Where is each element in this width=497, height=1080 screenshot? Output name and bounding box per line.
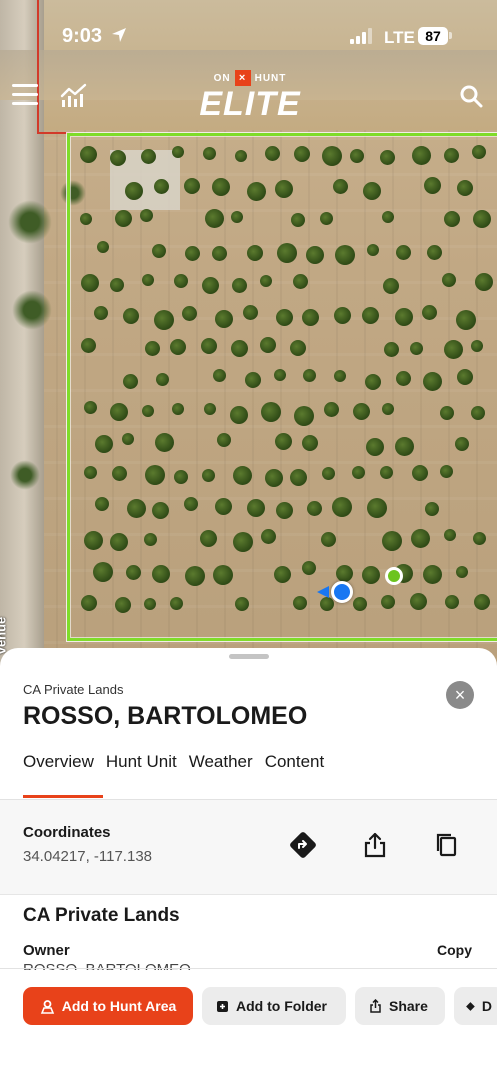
user-location-marker[interactable]	[331, 581, 353, 603]
menu-button[interactable]	[12, 84, 38, 106]
hamburger-icon	[12, 84, 38, 87]
hamburger-icon	[12, 93, 38, 96]
tab-overview[interactable]: Overview	[23, 752, 94, 796]
app-logo: ON × HUNT ELITE	[190, 70, 310, 126]
palm-tree	[10, 460, 40, 490]
folder-add-icon	[217, 1000, 228, 1012]
map-view[interactable]: venue 9:03 LTE 87 ON × HUNT ELITE	[0, 0, 497, 680]
logo-on: ON	[213, 72, 231, 84]
divider	[0, 968, 497, 969]
owner-label: Owner	[23, 942, 70, 959]
land-type-label: CA Private Lands	[23, 682, 124, 697]
drag-handle[interactable]	[229, 654, 269, 659]
tab-weather[interactable]: Weather	[189, 752, 253, 796]
status-bar: 9:03 LTE 87	[0, 0, 497, 60]
directions-button[interactable]: D	[454, 987, 497, 1025]
street-label: venue	[0, 616, 9, 655]
location-arrow-icon	[112, 28, 126, 42]
share-icon[interactable]	[360, 830, 390, 860]
coordinates-label: Coordinates	[23, 824, 111, 841]
share-icon	[370, 999, 381, 1013]
section-heading: CA Private Lands	[23, 905, 180, 926]
directions-icon	[466, 1001, 475, 1011]
battery-indicator: 87	[418, 27, 448, 45]
network-type: LTE	[384, 28, 415, 47]
add-to-folder-label: Add to Folder	[236, 998, 327, 1014]
copy-owner-button[interactable]: Copy	[437, 942, 472, 958]
palm-tree	[8, 200, 52, 244]
add-to-folder-button[interactable]: Add to Folder	[202, 987, 346, 1025]
close-icon: ×	[454, 685, 466, 705]
add-to-hunt-area-button[interactable]: Add to Hunt Area	[23, 987, 193, 1025]
palm-tree	[12, 290, 52, 330]
property-sheet[interactable]: CA Private Lands ROSSO, BARTOLOMEO × Ove…	[0, 648, 497, 1080]
coordinates-section: Coordinates 34.04217, -117.138	[0, 800, 497, 894]
logo-x: ×	[234, 70, 251, 86]
property-title: ROSSO, BARTOLOMEO	[23, 702, 308, 730]
copy-icon[interactable]	[432, 830, 462, 860]
tab-hunt-unit[interactable]: Hunt Unit	[106, 752, 177, 796]
signal-bars-icon	[350, 28, 372, 44]
hunt-area-icon	[40, 999, 54, 1014]
tab-bar: Overview Hunt Unit Weather Content	[23, 752, 336, 796]
heading-arrow-icon	[317, 586, 329, 598]
chart-icon[interactable]	[60, 82, 88, 108]
action-bar: Add to Hunt Area Add to Folder Share D	[23, 987, 497, 1025]
logo-top: ON × HUNT	[190, 70, 310, 86]
coordinates-value: 34.04217, -117.138	[23, 848, 153, 865]
directions-label: D	[481, 998, 492, 1014]
logo-hunt: HUNT	[254, 72, 287, 84]
tab-content[interactable]: Content	[265, 752, 325, 796]
share-label: Share	[389, 998, 428, 1014]
parcel-boundary[interactable]	[67, 133, 497, 641]
active-tab-indicator	[23, 795, 103, 798]
waypoint-marker[interactable]	[385, 567, 403, 585]
status-time: 9:03	[62, 25, 103, 47]
close-button[interactable]: ×	[446, 681, 474, 709]
logo-elite: ELITE	[199, 85, 301, 123]
divider	[0, 894, 497, 895]
hamburger-icon	[12, 102, 38, 105]
share-button[interactable]: Share	[355, 987, 445, 1025]
search-icon[interactable]	[459, 84, 483, 108]
battery-nub	[449, 32, 452, 39]
add-to-hunt-area-label: Add to Hunt Area	[61, 998, 177, 1014]
directions-icon[interactable]	[288, 830, 318, 860]
